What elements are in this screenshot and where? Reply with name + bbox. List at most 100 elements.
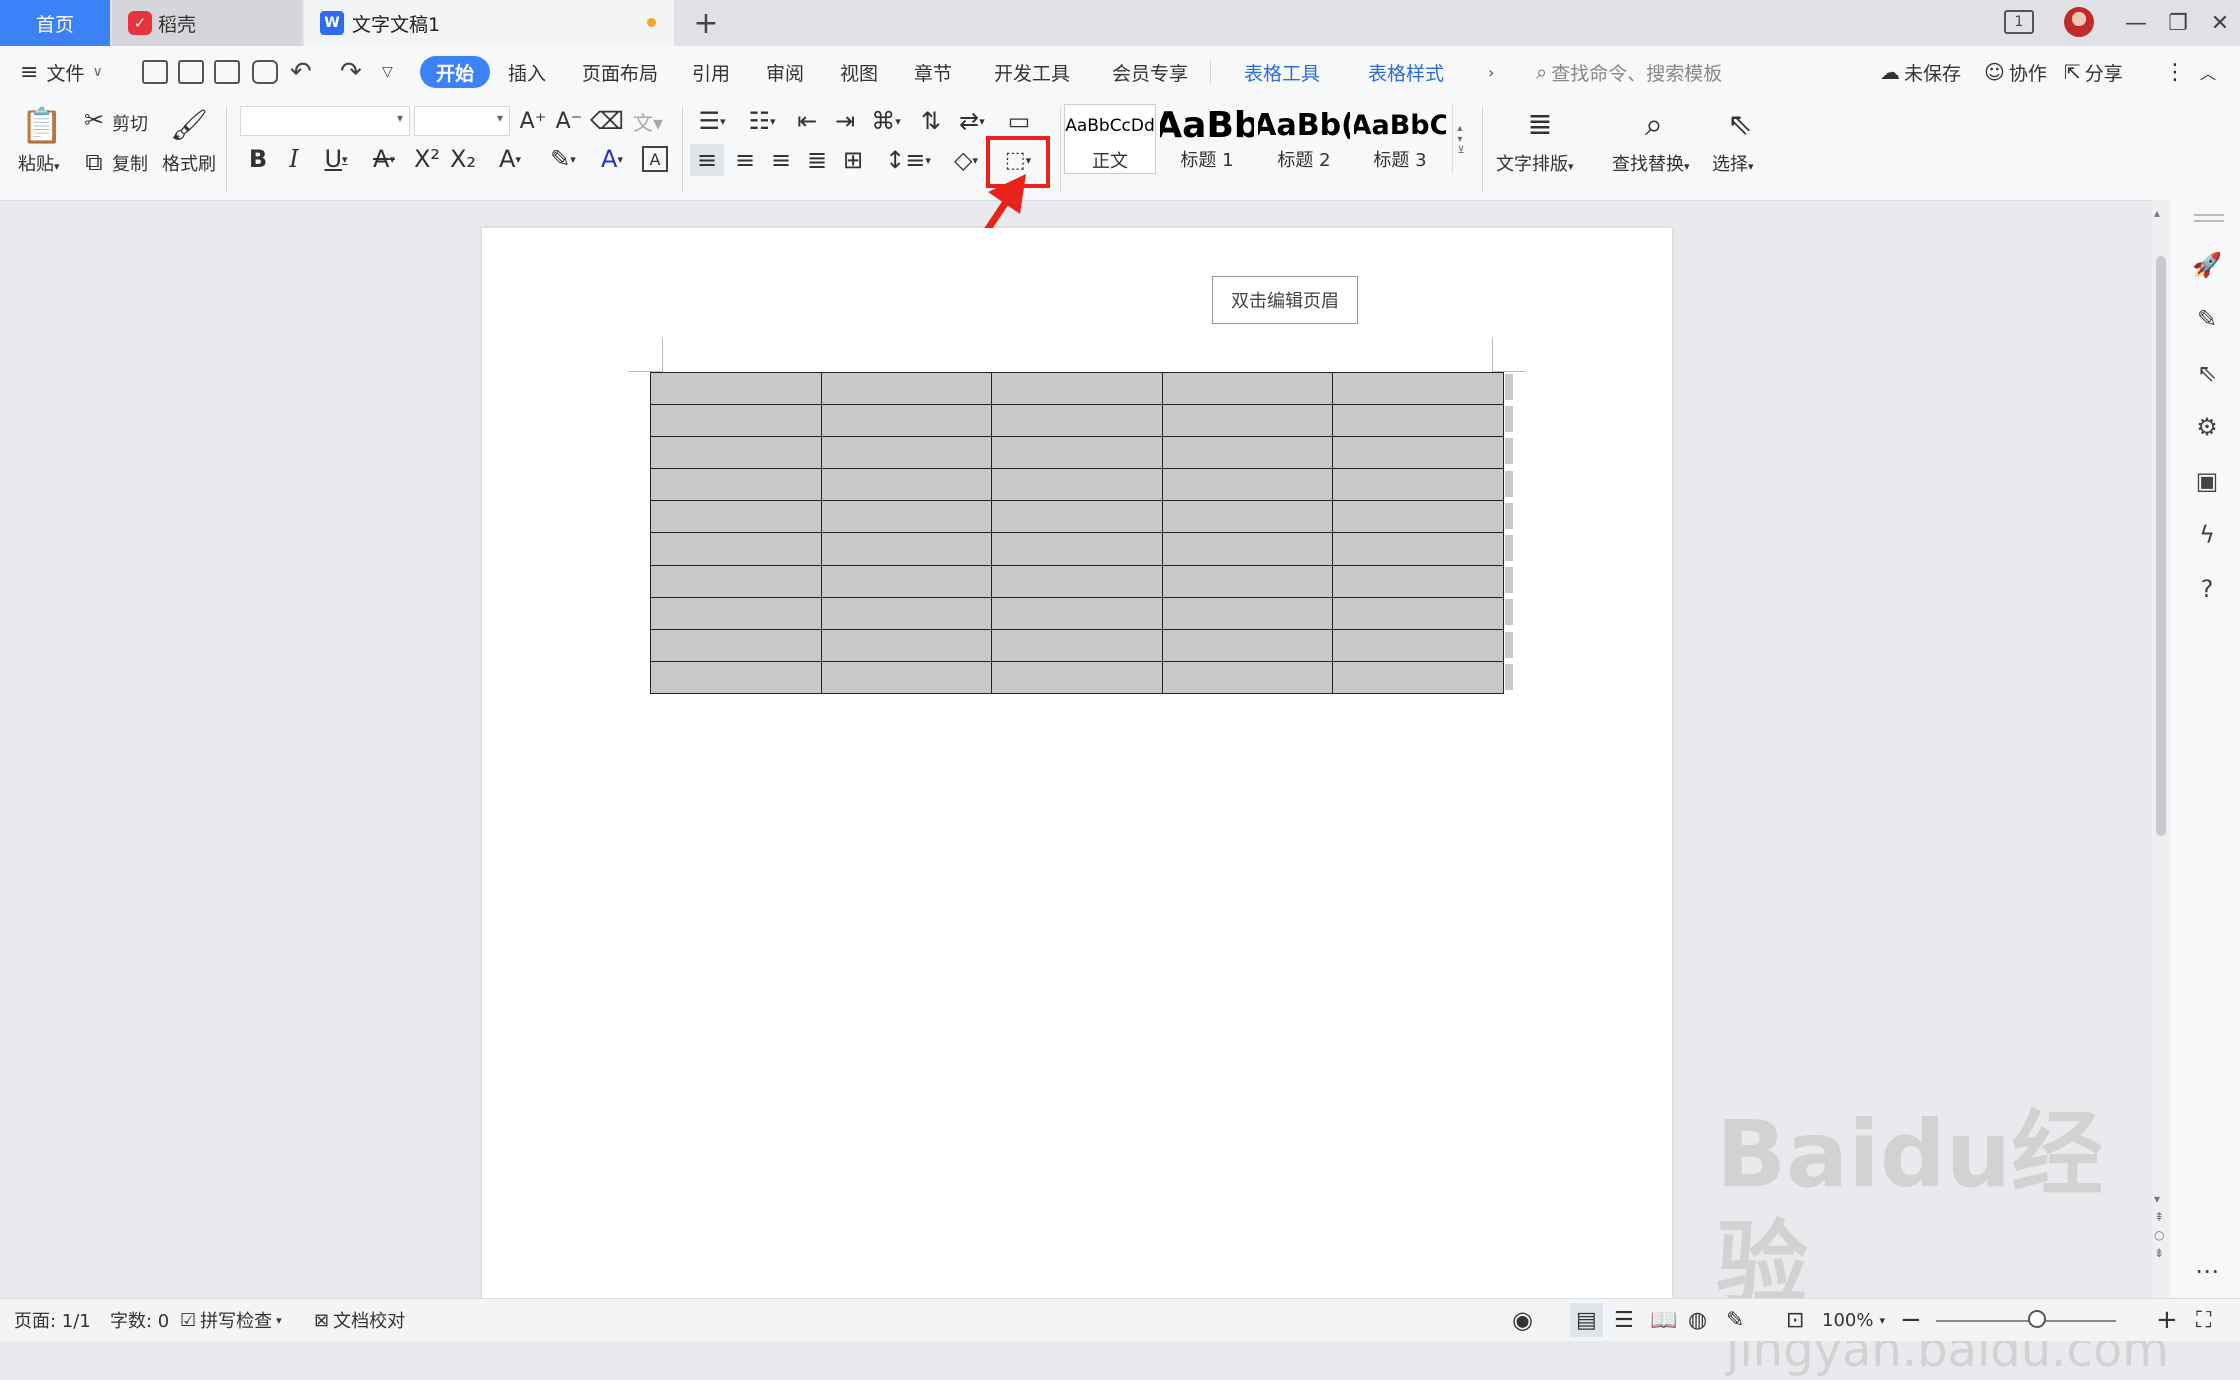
table-cell[interactable] <box>650 468 822 502</box>
outline-view-icon[interactable]: ☰ <box>1614 1299 1634 1341</box>
table-cell[interactable] <box>1332 628 1504 662</box>
strikethrough-icon[interactable]: A ▾ <box>364 144 404 174</box>
cut-button[interactable]: 剪切 <box>112 110 148 136</box>
char-border-icon[interactable]: A <box>642 146 668 172</box>
tab-member[interactable]: 会员专享 <box>1112 46 1188 98</box>
tab-start[interactable]: 开始 <box>420 56 491 88</box>
styles-scroll-icon[interactable]: ▴ ▾ ⊻ <box>1452 104 1469 174</box>
table-cell[interactable] <box>650 532 822 566</box>
window-count-icon[interactable]: 1 <box>2004 10 2034 34</box>
table-cell[interactable] <box>1332 371 1504 406</box>
justify-icon[interactable]: ≣ <box>802 144 832 176</box>
unsaved-button[interactable]: ☁ 未保存 <box>1880 46 1961 98</box>
lightning-icon[interactable]: ϟ <box>2192 520 2222 550</box>
underline-icon[interactable]: U ▾ <box>316 144 356 174</box>
table-cell[interactable] <box>650 660 822 695</box>
table-cell[interactable] <box>820 371 993 406</box>
table-cell[interactable] <box>1161 660 1334 695</box>
more-tabs-icon[interactable]: › <box>1488 46 1494 98</box>
tab-table-style[interactable]: 表格样式 <box>1368 46 1444 98</box>
eye-protect-icon[interactable]: ◉ <box>1512 1299 1533 1341</box>
page-indicator[interactable]: 页面: 1/1 <box>14 1299 91 1341</box>
subscript-icon[interactable]: X₂ <box>448 144 478 174</box>
export-icon[interactable] <box>178 60 204 84</box>
row-resize-handle[interactable] <box>1505 374 1513 400</box>
avatar[interactable] <box>2064 7 2094 37</box>
header-edit-hint[interactable]: 双击编辑页眉 <box>1212 276 1358 324</box>
sort-icon[interactable]: ⇅ <box>916 106 946 136</box>
row-resize-handle[interactable] <box>1505 502 1513 529</box>
pointer-icon[interactable]: ⇖ <box>2192 358 2222 388</box>
row-resize-handle[interactable] <box>1505 438 1513 465</box>
table-cell[interactable] <box>1161 404 1334 438</box>
read-view-icon[interactable]: 📖 <box>1650 1299 1677 1341</box>
decrease-indent-icon[interactable]: ⇤ <box>792 106 822 136</box>
row-resize-handle[interactable] <box>1505 406 1513 433</box>
table-cell[interactable] <box>820 500 993 534</box>
tab-view[interactable]: 视图 <box>840 46 878 98</box>
scroll-up-icon[interactable]: ▴ <box>2154 206 2160 220</box>
table-cell[interactable] <box>1332 468 1504 502</box>
write-view-icon[interactable]: ✎ <box>1726 1299 1744 1341</box>
table-cell[interactable] <box>1332 532 1504 566</box>
text-effect-icon[interactable]: A ▾ <box>490 144 530 174</box>
phonetic-guide-icon[interactable]: 文▾ <box>628 106 668 136</box>
scrollbar-thumb[interactable] <box>2156 256 2166 836</box>
cursor-icon[interactable]: ⇖ <box>1720 102 1760 146</box>
table-cell[interactable] <box>820 628 993 662</box>
distributed-align-icon[interactable]: ⊞ <box>838 144 868 176</box>
font-family-select[interactable]: ▾ <box>240 106 410 136</box>
table-cell[interactable] <box>991 596 1163 630</box>
new-tab-button[interactable]: + <box>688 6 724 41</box>
collapse-ribbon-icon[interactable]: ︿ <box>2200 46 2216 98</box>
table-cell[interactable] <box>1161 500 1334 534</box>
quick-access-dropdown-icon[interactable]: ▽ <box>382 46 393 98</box>
table-cell[interactable] <box>991 500 1163 534</box>
table-cell[interactable] <box>1161 436 1334 470</box>
table-cell[interactable] <box>1332 596 1504 630</box>
search-command[interactable]: ⌕ 查找命令、搜索模板 <box>1536 56 1722 88</box>
close-icon[interactable]: ✕ <box>2202 8 2238 38</box>
zoom-slider-thumb[interactable] <box>2028 1310 2046 1328</box>
text-layout-button[interactable]: 文字排版▾ <box>1496 150 1574 176</box>
table-cell[interactable] <box>991 468 1163 502</box>
style-heading-2[interactable]: AaBb( 标题 2 <box>1258 104 1350 174</box>
row-resize-handle[interactable] <box>1505 631 1513 658</box>
increase-indent-icon[interactable]: ⇥ <box>830 106 860 136</box>
clear-format-icon[interactable]: ⌫ <box>590 106 624 136</box>
table-cell[interactable] <box>820 564 993 598</box>
pen-icon[interactable]: ✎ <box>2192 304 2222 334</box>
tab-references[interactable]: 引用 <box>692 46 730 98</box>
web-view-icon[interactable]: ◍ <box>1688 1299 1707 1341</box>
table-cell[interactable] <box>650 596 822 630</box>
fullscreen-icon[interactable]: ⛶ <box>2196 1299 2211 1341</box>
italic-icon[interactable]: I <box>280 144 308 174</box>
row-resize-handle[interactable] <box>1505 599 1513 626</box>
align-left-icon[interactable]: ≡ <box>690 144 724 176</box>
tab-daoke[interactable]: ✓ 稻壳 <box>112 0 302 46</box>
table-cell[interactable] <box>820 404 993 438</box>
bullet-list-icon[interactable]: ☰ ▾ <box>692 106 732 136</box>
table-cell[interactable] <box>650 628 822 662</box>
table-cell[interactable] <box>1161 532 1334 566</box>
zoom-out-icon[interactable]: − <box>1900 1299 1922 1341</box>
table-cell[interactable] <box>991 532 1163 566</box>
zoom-in-icon[interactable]: + <box>2156 1299 2178 1341</box>
scissors-icon[interactable]: ✂ <box>80 106 108 134</box>
document-table[interactable] <box>650 371 1504 695</box>
tab-review[interactable]: 审阅 <box>766 46 804 98</box>
table-cell[interactable] <box>1332 500 1504 534</box>
table-cell[interactable] <box>650 500 822 534</box>
table-cell[interactable] <box>1161 468 1334 502</box>
save-icon[interactable] <box>142 60 168 84</box>
text-direction-icon[interactable]: ⇄ ▾ <box>952 106 992 136</box>
table-cell[interactable] <box>650 404 822 438</box>
table-cell[interactable] <box>1332 564 1504 598</box>
style-heading-1[interactable]: AaBb 标题 1 <box>1160 104 1254 174</box>
numbered-list-icon[interactable]: ☷ ▾ <box>742 106 782 136</box>
tab-home[interactable]: 首页 <box>0 0 110 46</box>
style-heading-3[interactable]: AaBbC 标题 3 <box>1354 104 1446 174</box>
table-cell[interactable] <box>650 371 822 406</box>
align-center-icon[interactable]: ≡ <box>730 144 760 176</box>
select-button[interactable]: 选择▾ <box>1712 150 1754 176</box>
